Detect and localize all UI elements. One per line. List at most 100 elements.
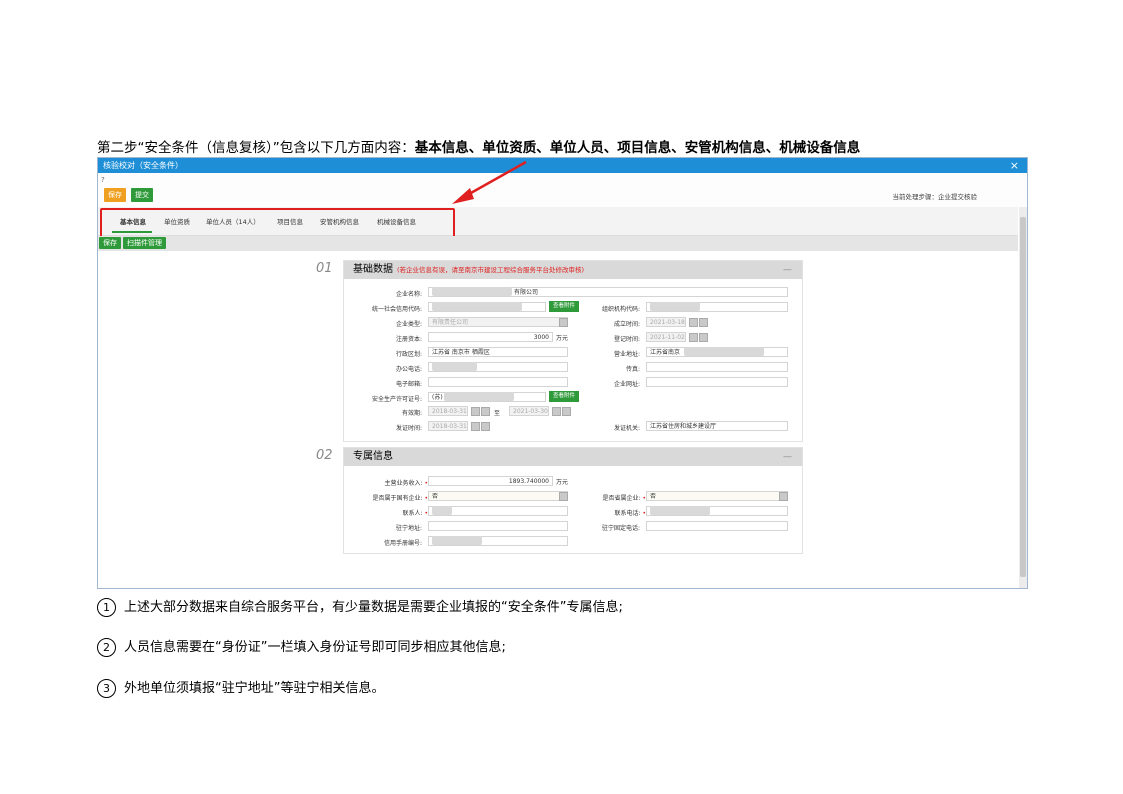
dropdown-icon[interactable] (559, 492, 568, 501)
capital-label: 注册资本: (395, 336, 422, 343)
dropdown-icon[interactable] (559, 318, 568, 327)
redaction (432, 287, 512, 296)
collapse-icon[interactable]: — (783, 448, 792, 466)
contact-phone-label: 联系电话: • (614, 510, 647, 517)
section-number-1: 01 (316, 261, 333, 276)
calendar-icon[interactable] (689, 333, 698, 342)
note-item: 1 上述大部分数据来自综合服务平台，有少量数据是需要企业填报的“安全条件”专属信息… (97, 596, 623, 617)
credit-code-label: 统一社会信用代码: (371, 306, 422, 313)
company-type-label: 企业类型: (395, 321, 422, 328)
help-icon[interactable]: ? (101, 176, 105, 184)
region-label: 行政区划: (395, 351, 422, 358)
toolbar-save-button[interactable]: 保存 (99, 237, 121, 249)
credit-no-label: 信用手册编号: (383, 540, 422, 547)
scrollbar-thumb[interactable] (1020, 217, 1026, 577)
panel-title: 专属信息 (353, 451, 393, 462)
provincial-select[interactable]: 否 (646, 491, 788, 501)
note-text: 人员信息需要在“身份证”一栏填入身份证号即可同步相应其他信息; (124, 640, 506, 655)
exclusive-info-panel: 专属信息 — 主营业务收入: • 1893.740000 万元 是否属于国有企业:… (343, 447, 803, 554)
local-phone-label: 驻宁固定电话: (601, 525, 640, 532)
note-item: 2 人员信息需要在“身份证”一栏填入身份证号即可同步相应其他信息; (97, 636, 506, 657)
clear-icon[interactable] (699, 318, 708, 327)
calendar-icon[interactable] (471, 422, 480, 431)
redaction (650, 302, 700, 311)
note-marker: 1 (97, 598, 116, 617)
screenshot-window: 核验校对（安全条件） × ? 保存 提交 当前处理步骤：企业提交核验 基本信息 … (97, 157, 1028, 589)
org-code-label: 组织机构代码: (601, 306, 640, 313)
heading-prefix: 第二步“安全条件（信息复核）”包含以下几方面内容： (97, 140, 415, 156)
founded-label: 成立时间: (613, 321, 640, 328)
local-addr-field[interactable] (428, 521, 568, 531)
calendar-icon[interactable] (552, 407, 561, 416)
redaction (432, 506, 452, 515)
company-type-field[interactable]: 有限责任公司 (428, 317, 568, 327)
fax-label: 传真: (625, 366, 640, 373)
provincial-label: 是否省属企业: • (602, 495, 647, 502)
window-titlebar: 核验校对（安全条件） × (98, 158, 1027, 173)
founded-field[interactable]: 2021-03-18 (646, 317, 686, 327)
note-text: 上述大部分数据来自综合服务平台，有少量数据是需要企业填报的“安全条件”专属信息; (124, 600, 623, 615)
note-marker: 3 (97, 679, 116, 698)
capital-unit: 万元 (556, 335, 569, 342)
scrollbar[interactable] (1019, 207, 1027, 588)
redaction (650, 506, 710, 515)
local-phone-field[interactable] (646, 521, 788, 531)
clear-icon[interactable] (481, 407, 490, 416)
fax-field[interactable] (646, 362, 788, 372)
email-field[interactable] (428, 377, 568, 387)
attachment-manage-button[interactable]: 扫描件管理 (123, 237, 166, 249)
clear-icon[interactable] (481, 422, 490, 431)
capital-field[interactable]: 3000 (428, 332, 553, 342)
income-field[interactable]: 1893.740000 (428, 476, 553, 486)
redaction (432, 536, 482, 545)
collapse-icon[interactable]: — (783, 261, 792, 279)
page-heading: 第二步“安全条件（信息复核）”包含以下几方面内容：基本信息、单位资质、单位人员、… (97, 136, 860, 156)
issuer-label: 发证机关: (613, 425, 640, 432)
panel-note: (若企业信息有误，请至南京市建设工程综合服务平台处修改审核) (397, 266, 585, 274)
view-license-attachment-button[interactable]: 查看附件 (549, 391, 580, 402)
window-title: 核验校对（安全条件） (103, 161, 183, 170)
panel-title: 基础数据 (353, 264, 393, 275)
region-field[interactable]: 江苏省 南京市 栖霞区 (428, 347, 568, 357)
basic-data-panel: 基础数据 (若企业信息有误，请至南京市建设工程综合服务平台处修改审核) — 企业名称… (343, 260, 803, 442)
email-label: 电子邮箱: (395, 381, 422, 388)
close-icon[interactable]: × (1010, 158, 1019, 173)
valid-label: 有效期: (401, 410, 422, 417)
valid-from-field[interactable]: 2018-03-31 (428, 406, 468, 416)
top-toolbar: ? 保存 提交 当前处理步骤：企业提交核验 (98, 173, 1027, 207)
view-attachment-button[interactable]: 查看附件 (549, 301, 580, 312)
submit-button[interactable]: 提交 (131, 188, 153, 202)
state-owned-label: 是否属于国有企业: • (372, 495, 429, 502)
reg-date-field[interactable]: 2021-11-02 (646, 332, 686, 342)
clear-icon[interactable] (699, 333, 708, 342)
clear-icon[interactable] (562, 407, 571, 416)
panel-header: 基础数据 (若企业信息有误，请至南京市建设工程综合服务平台处修改审核) — (344, 261, 802, 279)
calendar-icon[interactable] (471, 407, 480, 416)
redaction (684, 347, 764, 356)
section-number-2: 02 (316, 448, 333, 463)
issuer-field[interactable]: 江苏省住房和城乡建设厅 (646, 421, 788, 431)
dropdown-icon[interactable] (779, 492, 788, 501)
contact-label: 联系人: • (402, 510, 429, 517)
phone-label: 办公电话: (395, 366, 422, 373)
calendar-icon[interactable] (689, 318, 698, 327)
issue-date-label: 发证时间: (395, 425, 422, 432)
save-button[interactable]: 保存 (104, 188, 126, 202)
website-field[interactable] (646, 377, 788, 387)
biz-addr-label: 营业地址: (613, 351, 640, 358)
valid-to-field[interactable]: 2021-03-30 (509, 406, 549, 416)
website-label: 企业网址: (613, 381, 640, 388)
redaction (444, 392, 514, 401)
local-addr-label: 驻宁地址: (395, 525, 422, 532)
issue-date-field[interactable]: 2018-03-31 (428, 421, 468, 431)
valid-to-separator: 至 (494, 410, 501, 417)
note-marker: 2 (97, 638, 116, 657)
income-unit: 万元 (556, 479, 569, 486)
income-label: 主营业务收入: • (384, 480, 429, 487)
state-owned-select[interactable]: 否 (428, 491, 568, 501)
company-name-label: 企业名称: (395, 291, 422, 298)
license-label: 安全生产许可证号: (371, 396, 422, 403)
heading-bold: 基本信息、单位资质、单位人员、项目信息、安管机构信息、机械设备信息 (414, 140, 861, 156)
current-step: 当前处理步骤：企业提交核验 (892, 193, 978, 201)
note-text: 外地单位须填报“驻宁地址”等驻宁相关信息。 (124, 681, 385, 696)
